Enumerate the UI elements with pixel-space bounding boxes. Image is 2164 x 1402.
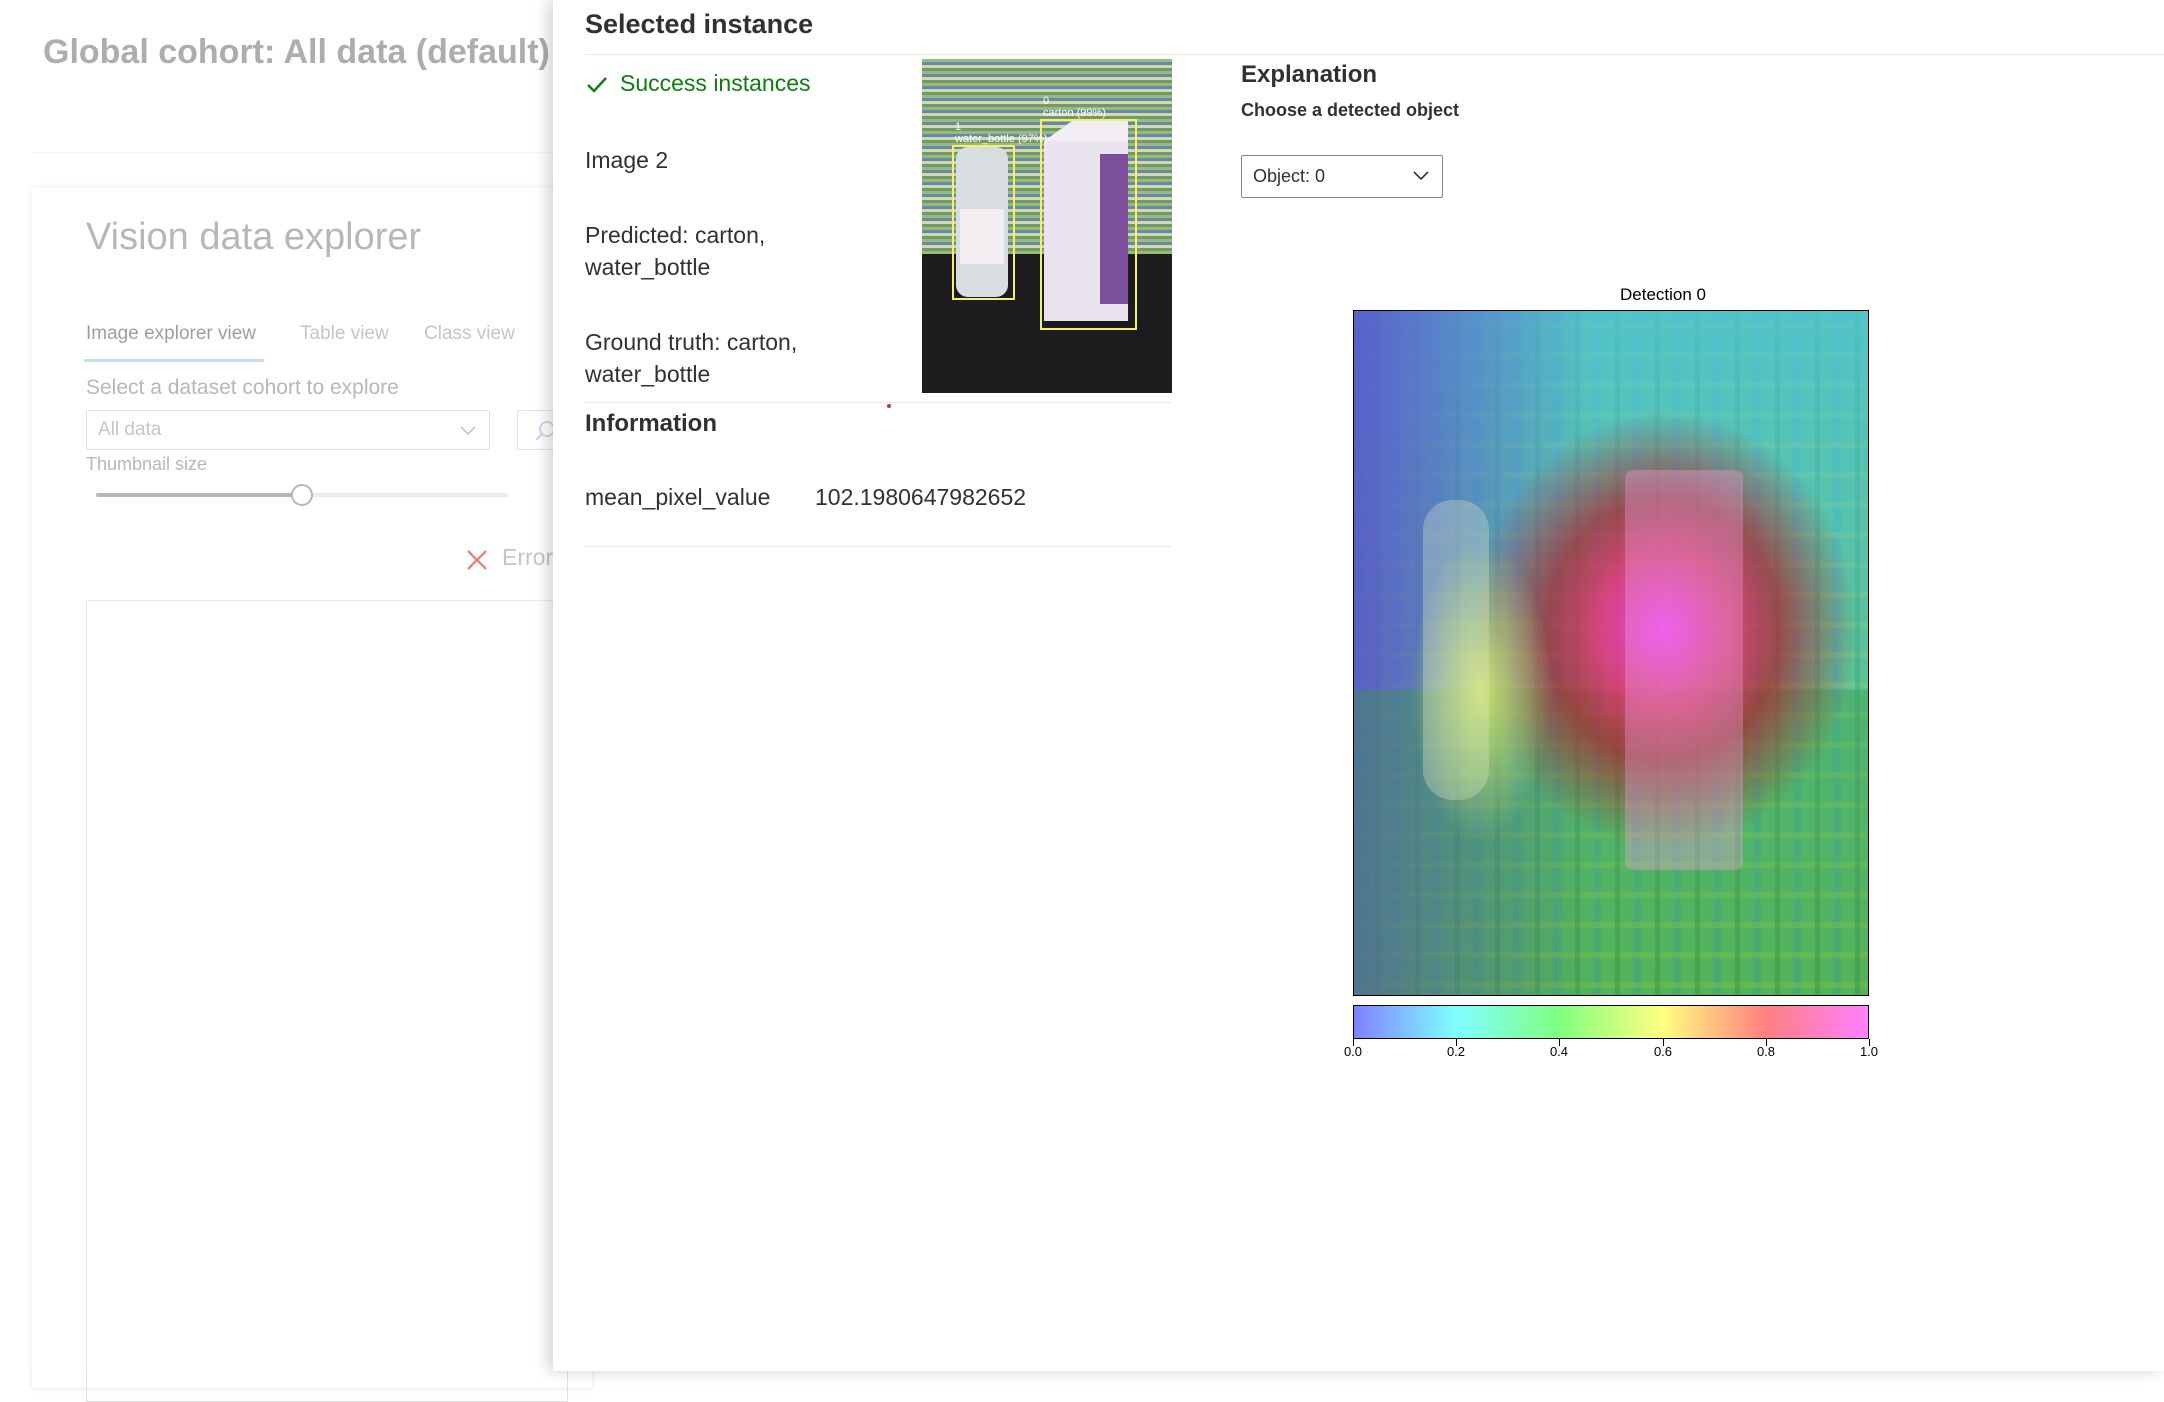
colorbar-tick-label: 0.2 [1446,1044,1466,1059]
colorbar-tick-label: 0.0 [1343,1044,1363,1059]
object-select-value: Object: 0 [1253,166,1326,186]
box-id-0: 0 [1043,95,1049,107]
image-label: Image 2 [585,147,669,173]
chevron-down-icon [1413,171,1429,181]
heatmap-title: Detection 0 [1620,285,1706,304]
object-select-dropdown[interactable]: Object: 0 [1241,155,1443,198]
box-label-0: carton (99%) [1043,107,1106,119]
info-bottom-divider [585,546,1171,547]
info-divider [585,402,1171,403]
colorbar-tick-label: 0.4 [1549,1044,1569,1059]
information-heading: Information [585,410,717,437]
checkmark-icon [587,77,607,93]
selected-instance-panel: Selected instance Success instances Imag… [553,0,2164,1371]
predicted-label-line2: water_bottle [585,254,711,280]
box-label-1: water_bottle (97%) [954,133,1047,145]
marker-dot [887,404,891,408]
instance-thumbnail: 0 carton (99%) 1 water_bottle (97%) [922,59,1172,393]
status-text: Success instances [620,70,811,96]
ground-truth-line1: Ground truth: carton, [585,329,798,355]
ground-truth-line2: water_bottle [585,361,711,387]
predicted-label-line1: Predicted: carton, [585,222,766,248]
explanation-heading: Explanation [1241,61,1378,88]
colorbar-tick-label: 0.6 [1653,1044,1673,1059]
info-value: 102.1980647982652 [815,484,1027,510]
colorbar [1353,1005,1869,1039]
header-divider [585,54,2164,55]
colorbar-tick-label: 0.8 [1756,1044,1776,1059]
box-id-1: 1 [955,121,961,133]
choose-object-label: Choose a detected object [1241,100,1460,120]
detection-heatmap [1353,310,1869,996]
modal-overlay[interactable] [0,0,553,1371]
panel-title: Selected instance [585,9,814,39]
info-key: mean_pixel_value [585,484,771,510]
colorbar-tick-label: 1.0 [1859,1044,1879,1059]
